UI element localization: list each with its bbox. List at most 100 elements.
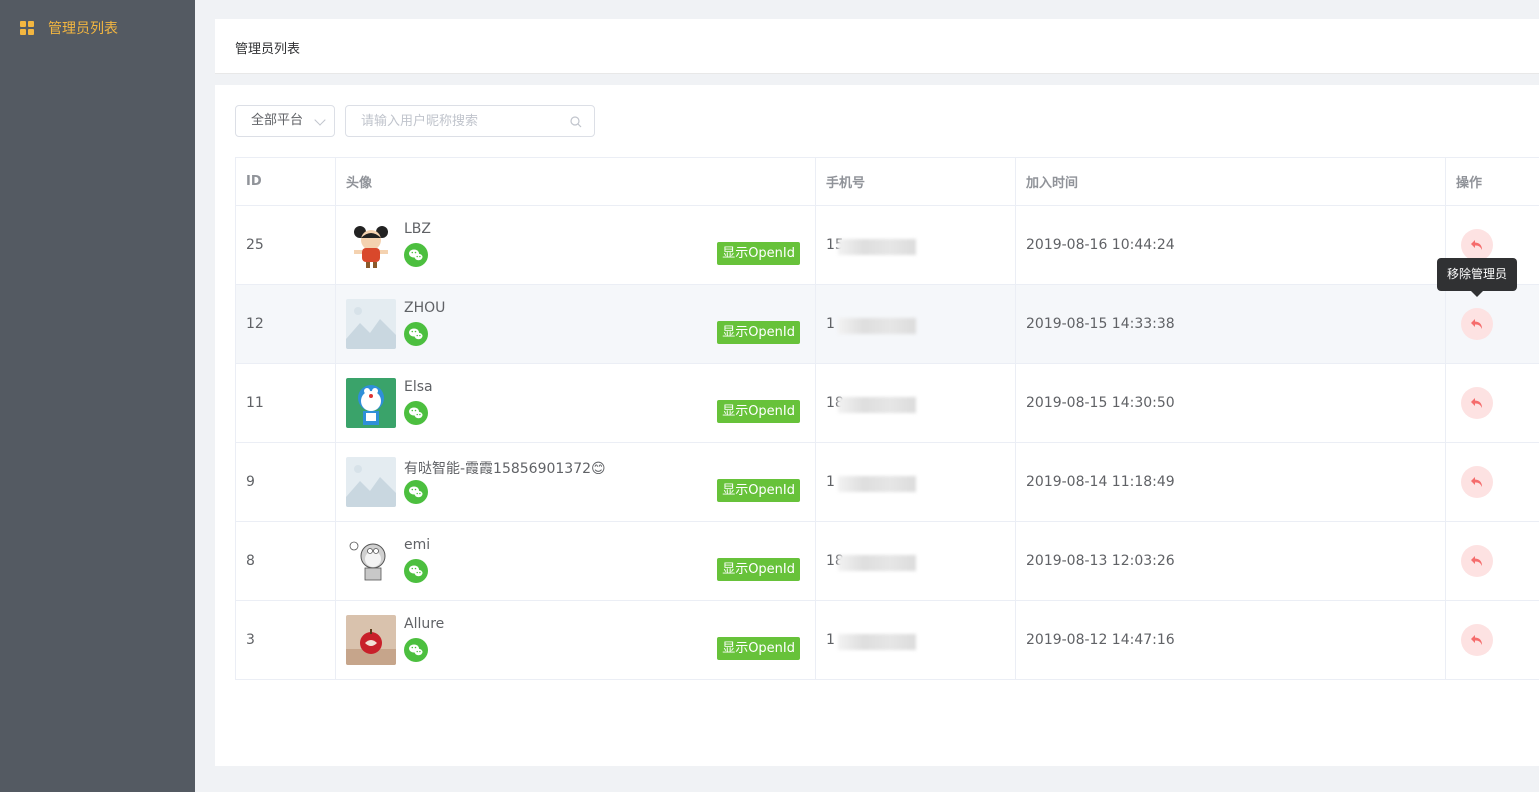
joined-time: 2019-08-12 14:47:16 xyxy=(1015,600,1446,680)
wechat-icon xyxy=(404,322,428,346)
show-openid-button[interactable]: 显示OpenId xyxy=(717,637,800,660)
table-row: 8 emi 显示OpenId 18 2019-08-13 12:03:26 xyxy=(235,521,1539,601)
main-card: 全部平台 ID 头像 手机号 加入时间 操作 25LBZ显示OpenId1520… xyxy=(215,85,1539,766)
joined-time: 2019-08-15 14:33:38 xyxy=(1015,284,1446,364)
remove-admin-tooltip: 移除管理员 xyxy=(1437,258,1517,297)
user-cell: Elsa 显示OpenId xyxy=(335,363,816,443)
phone-blur-mask xyxy=(838,239,916,255)
joined-time: 2019-08-13 12:03:26 xyxy=(1015,521,1446,601)
remove-admin-button[interactable] xyxy=(1461,466,1493,498)
remove-admin-button[interactable] xyxy=(1461,308,1493,340)
sidebar: 管理员列表 xyxy=(0,0,195,792)
user-cell: Allure 显示OpenId xyxy=(335,600,816,680)
undo-icon xyxy=(1469,632,1485,648)
avatar xyxy=(346,220,396,270)
undo-icon xyxy=(1469,474,1485,490)
remove-admin-button[interactable] xyxy=(1461,545,1493,577)
avatar xyxy=(346,457,396,507)
phone-cell: 1 xyxy=(815,284,1016,364)
remove-admin-button[interactable] xyxy=(1461,229,1493,261)
avatar xyxy=(346,536,396,586)
actions-cell xyxy=(1445,442,1539,522)
phone-cell: 18 xyxy=(815,521,1016,601)
admin-id: 12 xyxy=(235,284,336,364)
grid-icon xyxy=(20,21,34,35)
user-nickname: LBZ xyxy=(404,221,431,237)
actions-cell xyxy=(1445,284,1539,364)
wechat-icon xyxy=(404,559,428,583)
undo-icon xyxy=(1469,395,1485,411)
show-openid-button[interactable]: 显示OpenId xyxy=(717,321,800,344)
table-header-row: ID 头像 手机号 加入时间 操作 xyxy=(235,157,1539,206)
admin-id: 9 xyxy=(235,442,336,522)
user-cell: emi 显示OpenId xyxy=(335,521,816,601)
table-row: 12 ZHOU 显示OpenId 1 2019-08-15 14:33:38 xyxy=(235,284,1539,364)
column-header-phone: 手机号 xyxy=(815,157,1016,206)
column-header-avatar: 头像 xyxy=(335,157,816,206)
sidebar-item-admin-list[interactable]: 管理员列表 xyxy=(0,0,195,56)
chevron-down-icon xyxy=(314,114,326,126)
phone-blur-mask xyxy=(838,397,916,413)
phone-number: 1 xyxy=(826,316,835,332)
table-row: 25 LBZ 显示OpenId 15 2019-08-16 10:44:24 xyxy=(235,205,1539,285)
search-icon[interactable] xyxy=(570,116,582,128)
user-nickname: Allure xyxy=(404,616,445,632)
phone-number: 1 xyxy=(826,632,835,648)
show-openid-button[interactable]: 显示OpenId xyxy=(717,242,800,265)
wechat-icon xyxy=(404,401,428,425)
search-input[interactable] xyxy=(361,106,571,136)
phone-blur-mask xyxy=(838,555,916,571)
joined-time: 2019-08-15 14:30:50 xyxy=(1015,363,1446,443)
avatar xyxy=(346,615,396,665)
actions-cell xyxy=(1445,600,1539,680)
phone-cell: 1 xyxy=(815,442,1016,522)
wechat-icon xyxy=(404,243,428,267)
admin-id: 25 xyxy=(235,205,336,285)
joined-time: 2019-08-16 10:44:24 xyxy=(1015,205,1446,285)
column-header-joined: 加入时间 xyxy=(1015,157,1446,206)
phone-blur-mask xyxy=(838,634,916,650)
joined-time: 2019-08-14 11:18:49 xyxy=(1015,442,1446,522)
user-cell: 有哒智能-霞霞15856901372😊 显示OpenId xyxy=(335,442,816,522)
actions-cell xyxy=(1445,521,1539,601)
phone-cell: 1 xyxy=(815,600,1016,680)
admin-table: ID 头像 手机号 加入时间 操作 25 LBZ 显示OpenId 15 2019-08… xyxy=(235,157,1539,680)
actions-cell xyxy=(1445,363,1539,443)
user-cell: ZHOU 显示OpenId xyxy=(335,284,816,364)
platform-select[interactable]: 全部平台 xyxy=(235,105,335,137)
wechat-icon xyxy=(404,480,428,504)
remove-admin-button[interactable] xyxy=(1461,624,1493,656)
table-row: 3 Allure 显示OpenId 1 2019-08-12 14:47:16 xyxy=(235,600,1539,680)
phone-cell: 18 xyxy=(815,363,1016,443)
undo-icon xyxy=(1469,316,1485,332)
phone-number: 1 xyxy=(826,474,835,490)
user-nickname: ZHOU xyxy=(404,300,446,316)
table-row: 11 Elsa 显示OpenId 18 2019-08-15 14:30:50 xyxy=(235,363,1539,443)
page-header: 管理员列表 xyxy=(215,19,1539,74)
column-header-actions: 操作 xyxy=(1445,157,1539,206)
undo-icon xyxy=(1469,237,1485,253)
phone-cell: 15 xyxy=(815,205,1016,285)
show-openid-button[interactable]: 显示OpenId xyxy=(717,400,800,423)
wechat-icon xyxy=(404,638,428,662)
page-title: 管理员列表 xyxy=(235,42,301,57)
phone-blur-mask xyxy=(838,318,916,334)
avatar xyxy=(346,299,396,349)
admin-id: 3 xyxy=(235,600,336,680)
search-box xyxy=(345,105,595,137)
show-openid-button[interactable]: 显示OpenId xyxy=(717,558,800,581)
admin-id: 8 xyxy=(235,521,336,601)
user-cell: LBZ 显示OpenId xyxy=(335,205,816,285)
user-nickname: Elsa xyxy=(404,379,433,395)
phone-blur-mask xyxy=(838,476,916,492)
table-row: 9 有哒智能-霞霞15856901372😊 显示OpenId 1 2019-08-14 … xyxy=(235,442,1539,522)
show-openid-button[interactable]: 显示OpenId xyxy=(717,479,800,502)
platform-select-value: 全部平台 xyxy=(251,113,304,128)
sidebar-item-label: 管理员列表 xyxy=(48,21,118,37)
undo-icon xyxy=(1469,553,1485,569)
avatar xyxy=(346,378,396,428)
admin-id: 11 xyxy=(235,363,336,443)
remove-admin-button[interactable] xyxy=(1461,387,1493,419)
column-header-id: ID xyxy=(235,157,336,206)
user-nickname: emi xyxy=(404,537,431,553)
